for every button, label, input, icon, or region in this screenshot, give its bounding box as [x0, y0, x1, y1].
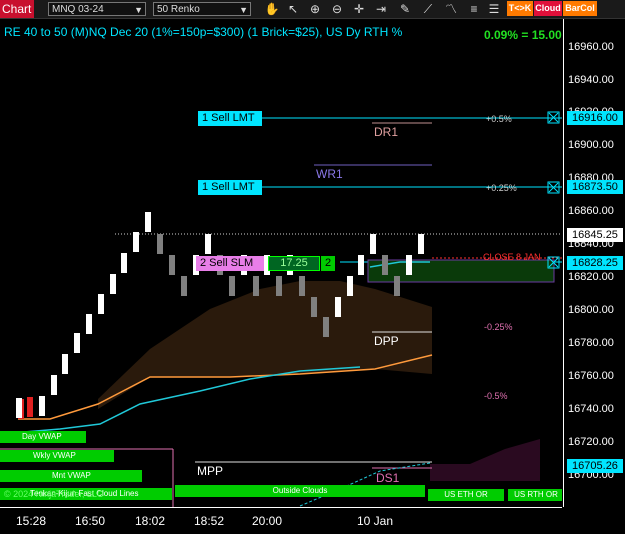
pct-plus-025-label: +0.25%: [486, 183, 517, 193]
period-selector[interactable]: 50 Renko ▼: [153, 2, 251, 16]
sell-slm-order[interactable]: 2 Sell SLM: [196, 256, 264, 271]
y-tick: 16800.00: [568, 304, 614, 316]
symbol-value: MNQ 03-24: [52, 4, 104, 15]
y-tick: 16760.00: [568, 370, 614, 382]
chart-title: RE 40 to 50 (M)NQ Dec 20 (1%=150p=$300) …: [4, 25, 403, 39]
x-tick: 18:02: [135, 514, 166, 528]
copyright-text: © 2024 NinjaTrader, LLC: [4, 489, 104, 499]
day-vwap-legend: Day VWAP: [0, 431, 86, 443]
period-value: 50 Renko: [157, 4, 200, 15]
y-tick: 16780.00: [568, 337, 614, 349]
pencil-icon[interactable]: ✎: [397, 1, 413, 17]
dpp-label: DPP: [374, 334, 399, 348]
y-tick: 16820.00: [568, 271, 614, 283]
mnt-vwap-legend: Mnt VWAP: [0, 470, 142, 482]
tk-button[interactable]: T<>K: [507, 1, 533, 16]
sell-lmt-order-2[interactable]: 1 Sell LMT: [198, 180, 262, 195]
ds1-label: DS1: [376, 471, 400, 485]
pct-minus-025-label: -0.25%: [484, 322, 513, 332]
chart-tab[interactable]: Chart: [0, 0, 34, 18]
us-rth-or-legend: US RTH OR: [508, 489, 562, 501]
x-tick: 20:00: [252, 514, 283, 528]
y-tick: 16960.00: [568, 41, 614, 53]
dr1-label: DR1: [374, 125, 399, 139]
symbol-selector[interactable]: MNQ 03-24 ▼: [48, 2, 146, 16]
properties-icon[interactable]: ☰: [486, 1, 502, 17]
slm-pnl: 17.25: [268, 256, 320, 271]
cloud-button[interactable]: Cloud: [534, 1, 562, 16]
x-tick: 10 Jan: [357, 514, 394, 528]
outside-clouds-legend: Outside Clouds: [175, 485, 425, 497]
y-tick: 16720.00: [568, 436, 614, 448]
chart-line-icon[interactable]: 〽: [443, 1, 459, 17]
wkly-vwap-legend: Wkly VWAP: [0, 450, 114, 462]
barcol-button[interactable]: BarCol: [563, 1, 597, 16]
chevron-down-icon: ▼: [134, 5, 143, 15]
y-tick: 16740.00: [568, 403, 614, 415]
pointer-icon[interactable]: ↖: [285, 1, 301, 17]
pct-plus-05-label: +0.5%: [486, 114, 512, 124]
slm-price: 16828.25: [567, 256, 623, 270]
top-right-stat: 0.09% = 15.00: [484, 28, 562, 42]
close-8jan-label: CLOSE 8 JAN: [483, 252, 541, 262]
cloud-fill-2: [430, 439, 540, 481]
sell-lmt-2-price: 16873.50: [567, 180, 623, 194]
zoom-out-icon[interactable]: ⊖: [329, 1, 345, 17]
x-tick: 15:28: [16, 514, 47, 528]
us-eth-or-legend: US ETH OR: [428, 489, 504, 501]
bottom-price: 16705.26: [567, 459, 623, 473]
crosshair-icon[interactable]: ✛: [351, 1, 367, 17]
sell-lmt-1-price: 16916.00: [567, 111, 623, 125]
y-tick: 16900.00: [568, 139, 614, 151]
mpp-label: MPP: [197, 464, 224, 478]
time-axis[interactable]: 15:28 16:50 18:02 18:52 20:00 10 Jan: [0, 507, 562, 534]
last-price: 16845.25: [567, 228, 623, 242]
wr1-label: WR1: [316, 167, 343, 181]
chart-panel[interactable]: RE 40 to 50 (M)NQ Dec 20 (1%=150p=$300) …: [0, 19, 562, 507]
toolbar: Chart MNQ 03-24 ▼ 50 Renko ▼ ✋ ↖ ⊕ ⊖ ✛ ⇥…: [0, 0, 625, 19]
pct-minus-05-label: -0.5%: [484, 391, 508, 401]
chevron-down-icon: ▼: [239, 5, 248, 15]
sell-lmt-order-1[interactable]: 1 Sell LMT: [198, 111, 262, 126]
x-tick: 16:50: [75, 514, 106, 528]
y-tick: 16860.00: [568, 205, 614, 217]
hand-icon[interactable]: ✋: [264, 1, 280, 17]
y-tick: 16940.00: [568, 74, 614, 86]
slm-qty[interactable]: 2: [321, 256, 335, 271]
fast-forward-icon[interactable]: ⇥: [373, 1, 389, 17]
trend-icon[interactable]: ⟋: [420, 1, 436, 17]
cancel-order-markers[interactable]: [547, 111, 560, 269]
zoom-in-icon[interactable]: ⊕: [307, 1, 323, 17]
lines-icon[interactable]: ≡: [466, 1, 482, 17]
x-tick: 18:52: [194, 514, 225, 528]
